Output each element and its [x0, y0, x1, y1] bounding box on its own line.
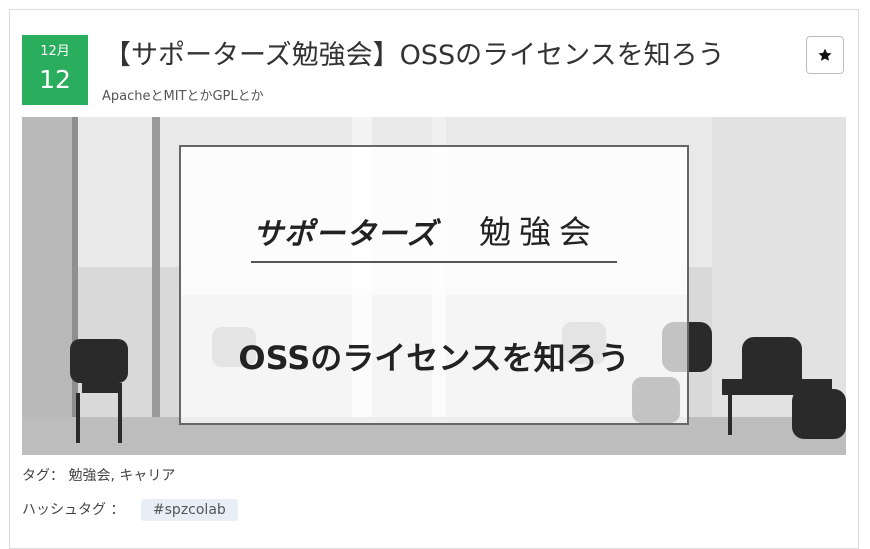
hero-headline: OSSのライセンスを知ろう	[238, 339, 630, 377]
event-subtitle: ApacheとMITとかGPLとか	[102, 89, 264, 104]
tags-label: タグ：	[22, 468, 64, 484]
hero-brand-suffix: 勉強会	[479, 213, 600, 251]
event-day: 12	[39, 65, 71, 94]
bookmark-button[interactable]	[806, 36, 844, 74]
event-hero-image[interactable]: サポーターズ 勉強会 OSSのライセンスを知ろう	[22, 117, 846, 455]
hero-brand: サポーターズ	[253, 217, 438, 252]
hashtag-label: ハッシュタグ ：	[22, 502, 125, 518]
hero-title-frame: サポーターズ 勉強会 OSSのライセンスを知ろう	[179, 145, 689, 425]
star-icon	[818, 48, 832, 61]
event-hashtag-row: ハッシュタグ ： #spzcolab	[22, 499, 238, 521]
event-title[interactable]: 【サポーターズ勉強会】OSSのライセンスを知ろう	[104, 34, 804, 78]
event-tags-row: タグ： 勉強会, キャリア	[22, 466, 175, 486]
tag-study-group[interactable]: 勉強会	[68, 468, 110, 484]
event-month: 12月	[40, 44, 70, 59]
hero-divider	[251, 261, 617, 263]
tag-career[interactable]: キャリア	[119, 468, 175, 484]
event-date-badge: 12月 12	[22, 35, 88, 105]
hashtag-chip[interactable]: #spzcolab	[140, 499, 238, 521]
